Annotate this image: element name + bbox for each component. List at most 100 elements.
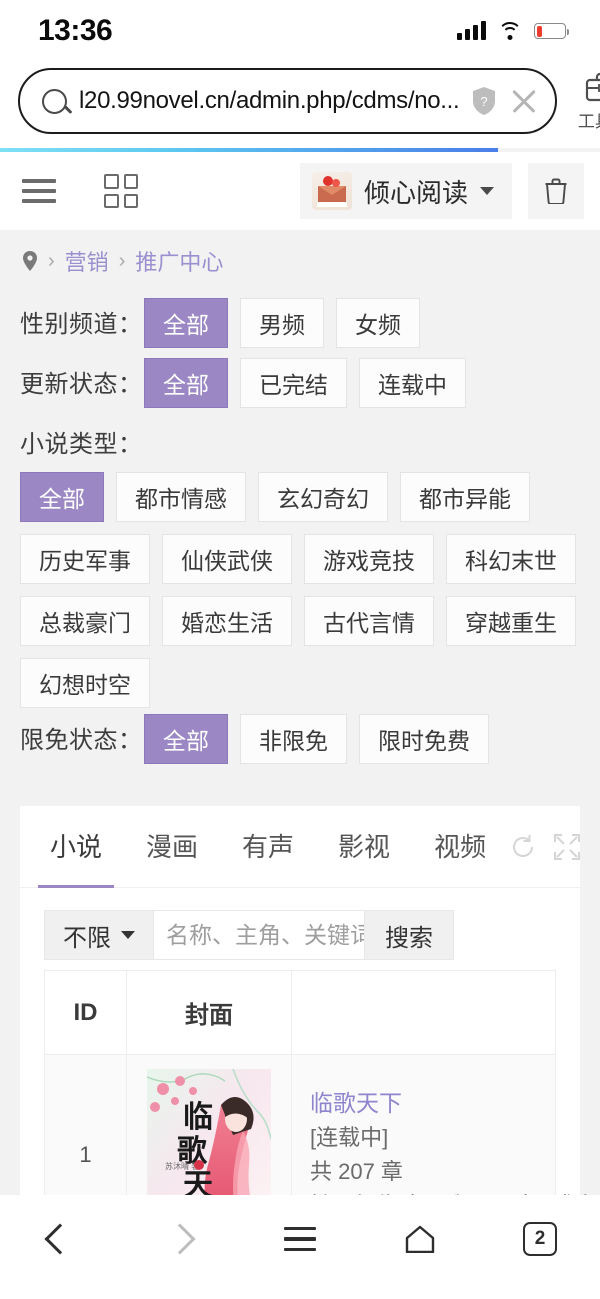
- filter-chip-status-1[interactable]: 已完结: [240, 358, 347, 408]
- tab-count-badge: 2: [523, 1222, 557, 1256]
- tab-film[interactable]: 影视: [316, 807, 412, 887]
- nav-back-button[interactable]: [0, 1209, 120, 1269]
- browser-bottom-nav: 2: [0, 1195, 600, 1299]
- close-icon[interactable]: [509, 86, 539, 116]
- tab-video[interactable]: 视频: [412, 807, 508, 887]
- filter-chip-free-2[interactable]: 限时免费: [359, 714, 489, 764]
- url-text[interactable]: l20.99novel.cn/admin.php/cdms/no...: [79, 87, 459, 115]
- content-tab-bar: 小说 漫画 有声 影视 视频: [20, 806, 582, 888]
- search-icon: [42, 88, 67, 114]
- toolbox-button[interactable]: 工具箱: [567, 71, 600, 132]
- filter-chip-genre-3[interactable]: 都市异能: [400, 472, 530, 522]
- filter-chip-genre-0[interactable]: 全部: [20, 472, 104, 522]
- svg-text:?: ?: [481, 94, 488, 109]
- svg-text:临: 临: [183, 1100, 213, 1134]
- table-header-row: ID 封面: [44, 970, 556, 1055]
- filter-chip-genre-9[interactable]: 婚恋生活: [162, 596, 292, 646]
- filter-label-free: 限免状态：: [20, 727, 143, 754]
- search-toolbar: 不限 名称、主角、关键词 搜索: [20, 888, 580, 970]
- tab-comic[interactable]: 漫画: [124, 807, 220, 887]
- book-title-link[interactable]: 临歌天下: [310, 1086, 555, 1122]
- wifi-icon: [498, 22, 522, 40]
- filter-label-genre: 小说类型：: [20, 431, 143, 458]
- trash-button[interactable]: [528, 163, 584, 219]
- search-scope-value: 不限: [63, 924, 111, 952]
- filter-row-gender: 性别频道： 全部 男频 女频: [0, 298, 600, 352]
- brand-logo-icon: [311, 172, 352, 210]
- status-bar: 13:36: [0, 0, 600, 62]
- filter-chips-status: 全部 已完结 连载中: [144, 358, 466, 408]
- filter-row-free: 限免状态： 全部 非限免 限时免费: [0, 714, 600, 768]
- menu-icon: [284, 1227, 316, 1251]
- filter-chip-genre-7[interactable]: 科幻末世: [446, 534, 576, 584]
- filter-label-status: 更新状态：: [20, 371, 143, 398]
- filter-chip-genre-5[interactable]: 仙侠武侠: [162, 534, 292, 584]
- filter-chip-free-0[interactable]: 全部: [144, 714, 228, 764]
- filter-label-gender: 性别频道：: [20, 311, 143, 338]
- nav-menu-button[interactable]: [240, 1209, 360, 1269]
- filter-chip-gender-0[interactable]: 全部: [144, 298, 228, 348]
- brand-dropdown-button[interactable]: 倾心阅读: [299, 163, 512, 219]
- nav-tabs-button[interactable]: 2: [480, 1209, 600, 1269]
- signal-bars-icon: [457, 21, 486, 40]
- breadcrumb-item-1[interactable]: 推广中心: [135, 245, 223, 277]
- breadcrumb-separator-1: ›: [48, 249, 55, 272]
- filter-chip-genre-8[interactable]: 总裁豪门: [20, 596, 150, 646]
- mobile-browser-screen: 13:36 l20.99novel.cn/admin.php/cdms/no..…: [0, 0, 600, 1299]
- hamburger-menu-icon[interactable]: [22, 179, 56, 203]
- filter-row-genre: 小说类型： 全部 都市情感 玄幻奇幻 都市异能 历史军事 仙侠武侠 游戏竞技 科…: [0, 418, 600, 708]
- chevron-down-icon: [121, 931, 135, 939]
- search-input[interactable]: 名称、主角、关键词: [153, 910, 365, 960]
- filter-chip-genre-12[interactable]: 幻想时空: [20, 658, 150, 708]
- tab-audio[interactable]: 有声: [220, 807, 316, 887]
- column-header-info: [291, 970, 556, 1055]
- browser-url-bar: l20.99novel.cn/admin.php/cdms/no... ? 工具…: [0, 62, 600, 148]
- filter-chip-genre-11[interactable]: 穿越重生: [446, 596, 576, 646]
- filter-chip-genre-1[interactable]: 都市情感: [116, 472, 246, 522]
- search-scope-select[interactable]: 不限: [44, 910, 153, 960]
- nav-home-button[interactable]: [360, 1209, 480, 1269]
- breadcrumb-separator-2: ›: [118, 249, 126, 272]
- refresh-icon[interactable]: [508, 832, 538, 862]
- brand-name: 倾心阅读: [363, 177, 468, 208]
- filter-chip-genre-4[interactable]: 历史军事: [20, 534, 150, 584]
- book-status: [连载中]: [310, 1125, 389, 1151]
- svg-text:苏沐晴 著: 苏沐晴 著: [165, 1161, 199, 1171]
- url-input-container[interactable]: l20.99novel.cn/admin.php/cdms/no... ?: [18, 68, 558, 134]
- status-clock: 13:36: [38, 14, 113, 47]
- filter-chips-free: 全部 非限免 限时免费: [144, 714, 489, 764]
- status-indicators: [457, 21, 569, 40]
- expand-fullscreen-icon[interactable]: [552, 832, 582, 862]
- filter-chip-free-1[interactable]: 非限免: [240, 714, 347, 764]
- search-button[interactable]: 搜索: [365, 910, 454, 960]
- breadcrumb: › 营销 › 推广中心: [0, 230, 600, 292]
- chevron-left-icon: [44, 1223, 76, 1255]
- filter-chips-gender: 全部 男频 女频: [144, 298, 420, 348]
- app-header: 倾心阅读: [0, 152, 600, 230]
- home-icon: [404, 1225, 436, 1254]
- filter-chip-genre-2[interactable]: 玄幻奇幻: [258, 472, 388, 522]
- filter-chip-genre-6[interactable]: 游戏竞技: [304, 534, 434, 584]
- filter-chip-gender-2[interactable]: 女频: [336, 298, 420, 348]
- filter-row-status: 更新状态： 全部 已完结 连载中: [0, 358, 600, 412]
- filter-panel: 性别频道： 全部 男频 女频 更新状态： 全部 已完结 连载中 小说类型： 全部…: [0, 292, 600, 792]
- tab-novel[interactable]: 小说: [28, 807, 124, 888]
- toolbox-icon: [584, 71, 600, 103]
- grid-apps-icon[interactable]: [104, 174, 138, 208]
- column-header-cover: 封面: [126, 970, 292, 1055]
- filter-chip-gender-1[interactable]: 男频: [240, 298, 324, 348]
- nav-forward-button[interactable]: [120, 1209, 240, 1269]
- chevron-right-icon: [164, 1223, 196, 1255]
- shield-question-icon[interactable]: ?: [471, 86, 497, 116]
- filter-chips-genre: 全部 都市情感 玄幻奇幻 都市异能 历史军事 仙侠武侠 游戏竞技 科幻末世 总裁…: [20, 472, 580, 708]
- chevron-down-icon: [480, 187, 494, 195]
- filter-chip-status-2[interactable]: 连载中: [359, 358, 466, 408]
- toolbox-label: 工具箱: [577, 111, 600, 131]
- filter-chip-status-0[interactable]: 全部: [144, 358, 228, 408]
- filter-chip-genre-10[interactable]: 古代言情: [304, 596, 434, 646]
- trash-icon: [545, 178, 567, 205]
- column-header-id: ID: [44, 970, 127, 1055]
- location-pin-icon: [22, 250, 38, 272]
- breadcrumb-item-0[interactable]: 营销: [65, 245, 109, 277]
- book-chapter-count: 共 207 章: [310, 1159, 403, 1185]
